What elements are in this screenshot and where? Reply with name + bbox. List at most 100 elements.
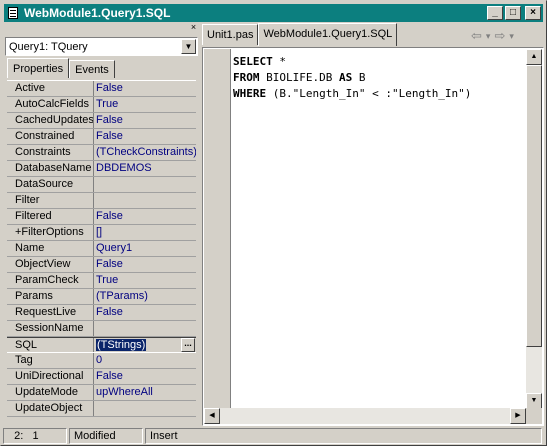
object-inspector: × Query1: TQuery ▼ Properties Events Act… xyxy=(5,23,198,427)
property-name: Name xyxy=(7,241,94,256)
property-row[interactable]: RequestLive False xyxy=(7,305,196,321)
property-value[interactable]: True xyxy=(94,97,196,112)
property-name: AutoCalcFields xyxy=(7,97,94,112)
property-value[interactable]: False xyxy=(94,369,196,384)
ellipsis-button[interactable]: ... xyxy=(181,338,195,352)
vertical-scroll-thumb[interactable] xyxy=(526,65,542,347)
sql-text[interactable]: SELECT * FROM BIOLIFE.DB AS B WHERE (B."Le… xyxy=(233,54,471,102)
property-value[interactable]: (TStrings)... xyxy=(94,338,196,352)
property-name: SessionName xyxy=(7,321,94,336)
property-value[interactable]: (TParams) xyxy=(94,289,196,304)
forward-arrow-icon[interactable]: ⇨ xyxy=(494,28,505,44)
property-row[interactable]: +FilterOptions[] xyxy=(7,225,196,241)
property-row[interactable]: Constraints (TCheckConstraints) xyxy=(7,145,196,161)
property-value[interactable]: False xyxy=(94,129,196,144)
property-value[interactable] xyxy=(94,401,196,416)
property-row[interactable]: Active False xyxy=(7,81,196,97)
inspector-tabs: Properties Events xyxy=(7,58,115,79)
property-name: UpdateObject xyxy=(7,401,94,416)
horizontal-scrollbar[interactable]: ◀ ▶ xyxy=(204,408,526,424)
property-value[interactable]: DBDEMOS xyxy=(94,161,196,176)
property-value[interactable]: False xyxy=(94,209,196,224)
object-selector[interactable]: Query1: TQuery ▼ xyxy=(5,37,198,56)
property-value[interactable] xyxy=(94,193,196,208)
back-arrow-icon[interactable]: ⇦ xyxy=(471,28,482,44)
scroll-down-icon[interactable]: ▼ xyxy=(526,393,542,409)
property-name: UpdateMode xyxy=(7,385,94,400)
editor-gutter[interactable] xyxy=(204,49,231,409)
property-value-selected[interactable]: (TStrings) xyxy=(96,339,147,351)
property-value[interactable] xyxy=(94,321,196,336)
navigation-buttons: ⇦ ▾ ⇨ ▾ xyxy=(471,27,541,45)
property-row[interactable]: DatabaseName DBDEMOS xyxy=(7,161,196,177)
property-name: Tag xyxy=(7,353,94,368)
property-row[interactable]: UpdateMode upWhereAll xyxy=(7,385,196,401)
property-name: RequestLive xyxy=(7,305,94,320)
property-name: Constrained xyxy=(7,129,94,144)
modified-indicator: Modified xyxy=(69,428,143,444)
code-line: FROM BIOLIFE.DB AS B xyxy=(233,71,366,84)
code-editor[interactable]: SELECT * FROM BIOLIFE.DB AS B WHERE (B."Le… xyxy=(202,47,544,426)
minimize-button[interactable]: _ xyxy=(487,6,503,20)
property-name: ParamCheck xyxy=(7,273,94,288)
property-row[interactable]: Name Query1 xyxy=(7,241,196,257)
status-bar: 2: 1 Modified Insert xyxy=(3,428,544,444)
property-list: Active False AutoCalcFields True CachedUpdat… xyxy=(7,80,196,425)
object-selector-value: Query1: TQuery xyxy=(9,40,88,53)
tab-webmodule1-query1-sql[interactable]: WebModule1.Query1.SQL xyxy=(258,23,398,46)
scroll-left-icon[interactable]: ◀ xyxy=(204,408,220,424)
property-name: Constraints xyxy=(7,145,94,160)
tab-unit1-pas[interactable]: Unit1.pas xyxy=(202,24,259,45)
property-row[interactable]: AutoCalcFields True xyxy=(7,97,196,113)
property-value[interactable]: (TCheckConstraints) xyxy=(94,145,196,160)
property-row[interactable]: SQL (TStrings)... xyxy=(7,337,196,353)
property-row[interactable]: CachedUpdates False xyxy=(7,113,196,129)
property-row[interactable]: UpdateObject xyxy=(7,401,196,417)
scroll-right-icon[interactable]: ▶ xyxy=(510,408,526,424)
sql-editor-window: WebModule1.Query1.SQL _ □ × × Query1: TQ… xyxy=(0,0,547,446)
property-row[interactable]: Constrained False xyxy=(7,129,196,145)
property-value[interactable]: 0 xyxy=(94,353,196,368)
chevron-down-icon[interactable]: ▾ xyxy=(486,31,491,42)
scroll-corner xyxy=(526,408,542,424)
property-name: ObjectView xyxy=(7,257,94,272)
property-row[interactable]: SessionName xyxy=(7,321,196,337)
property-value[interactable]: Query1 xyxy=(94,241,196,256)
property-value[interactable]: upWhereAll xyxy=(94,385,196,400)
property-value[interactable]: False xyxy=(94,113,196,128)
property-row[interactable]: Filter xyxy=(7,193,196,209)
property-row[interactable]: Params (TParams) xyxy=(7,289,196,305)
property-value[interactable]: False xyxy=(94,257,196,272)
cursor-position: 2: 1 xyxy=(3,428,67,444)
property-value[interactable]: False xyxy=(94,305,196,320)
window-title: WebModule1.Query1.SQL xyxy=(24,6,171,20)
property-value[interactable]: [] xyxy=(94,225,196,240)
property-value[interactable]: False xyxy=(94,81,196,96)
chevron-down-icon[interactable]: ▼ xyxy=(181,39,196,54)
tab-events[interactable]: Events xyxy=(69,60,115,78)
property-row[interactable]: Filtered False xyxy=(7,209,196,225)
property-row[interactable]: DataSource xyxy=(7,177,196,193)
property-value[interactable]: True xyxy=(94,273,196,288)
property-row[interactable]: ParamCheck True xyxy=(7,273,196,289)
close-button[interactable]: × xyxy=(525,6,541,20)
title-bar[interactable]: WebModule1.Query1.SQL _ □ × xyxy=(4,4,543,22)
property-name: Params xyxy=(7,289,94,304)
property-name: Filter xyxy=(7,193,94,208)
property-row[interactable]: ObjectView False xyxy=(7,257,196,273)
property-name: SQL xyxy=(7,338,94,352)
property-name: CachedUpdates xyxy=(7,113,94,128)
close-icon[interactable]: × xyxy=(189,23,198,32)
code-line: SELECT * xyxy=(233,55,286,68)
property-row[interactable]: UniDirectional False xyxy=(7,369,196,385)
maximize-button[interactable]: □ xyxy=(505,6,521,20)
property-name: Filtered xyxy=(7,209,94,224)
property-row[interactable]: Tag 0 xyxy=(7,353,196,369)
vertical-scrollbar[interactable]: ▲ ▼ xyxy=(526,49,542,409)
property-name: +FilterOptions xyxy=(7,225,94,240)
chevron-down-icon[interactable]: ▾ xyxy=(509,31,514,42)
tab-properties[interactable]: Properties xyxy=(7,58,70,78)
property-value[interactable] xyxy=(94,177,196,192)
insert-mode-indicator: Insert xyxy=(145,428,542,444)
scroll-up-icon[interactable]: ▲ xyxy=(526,49,542,65)
